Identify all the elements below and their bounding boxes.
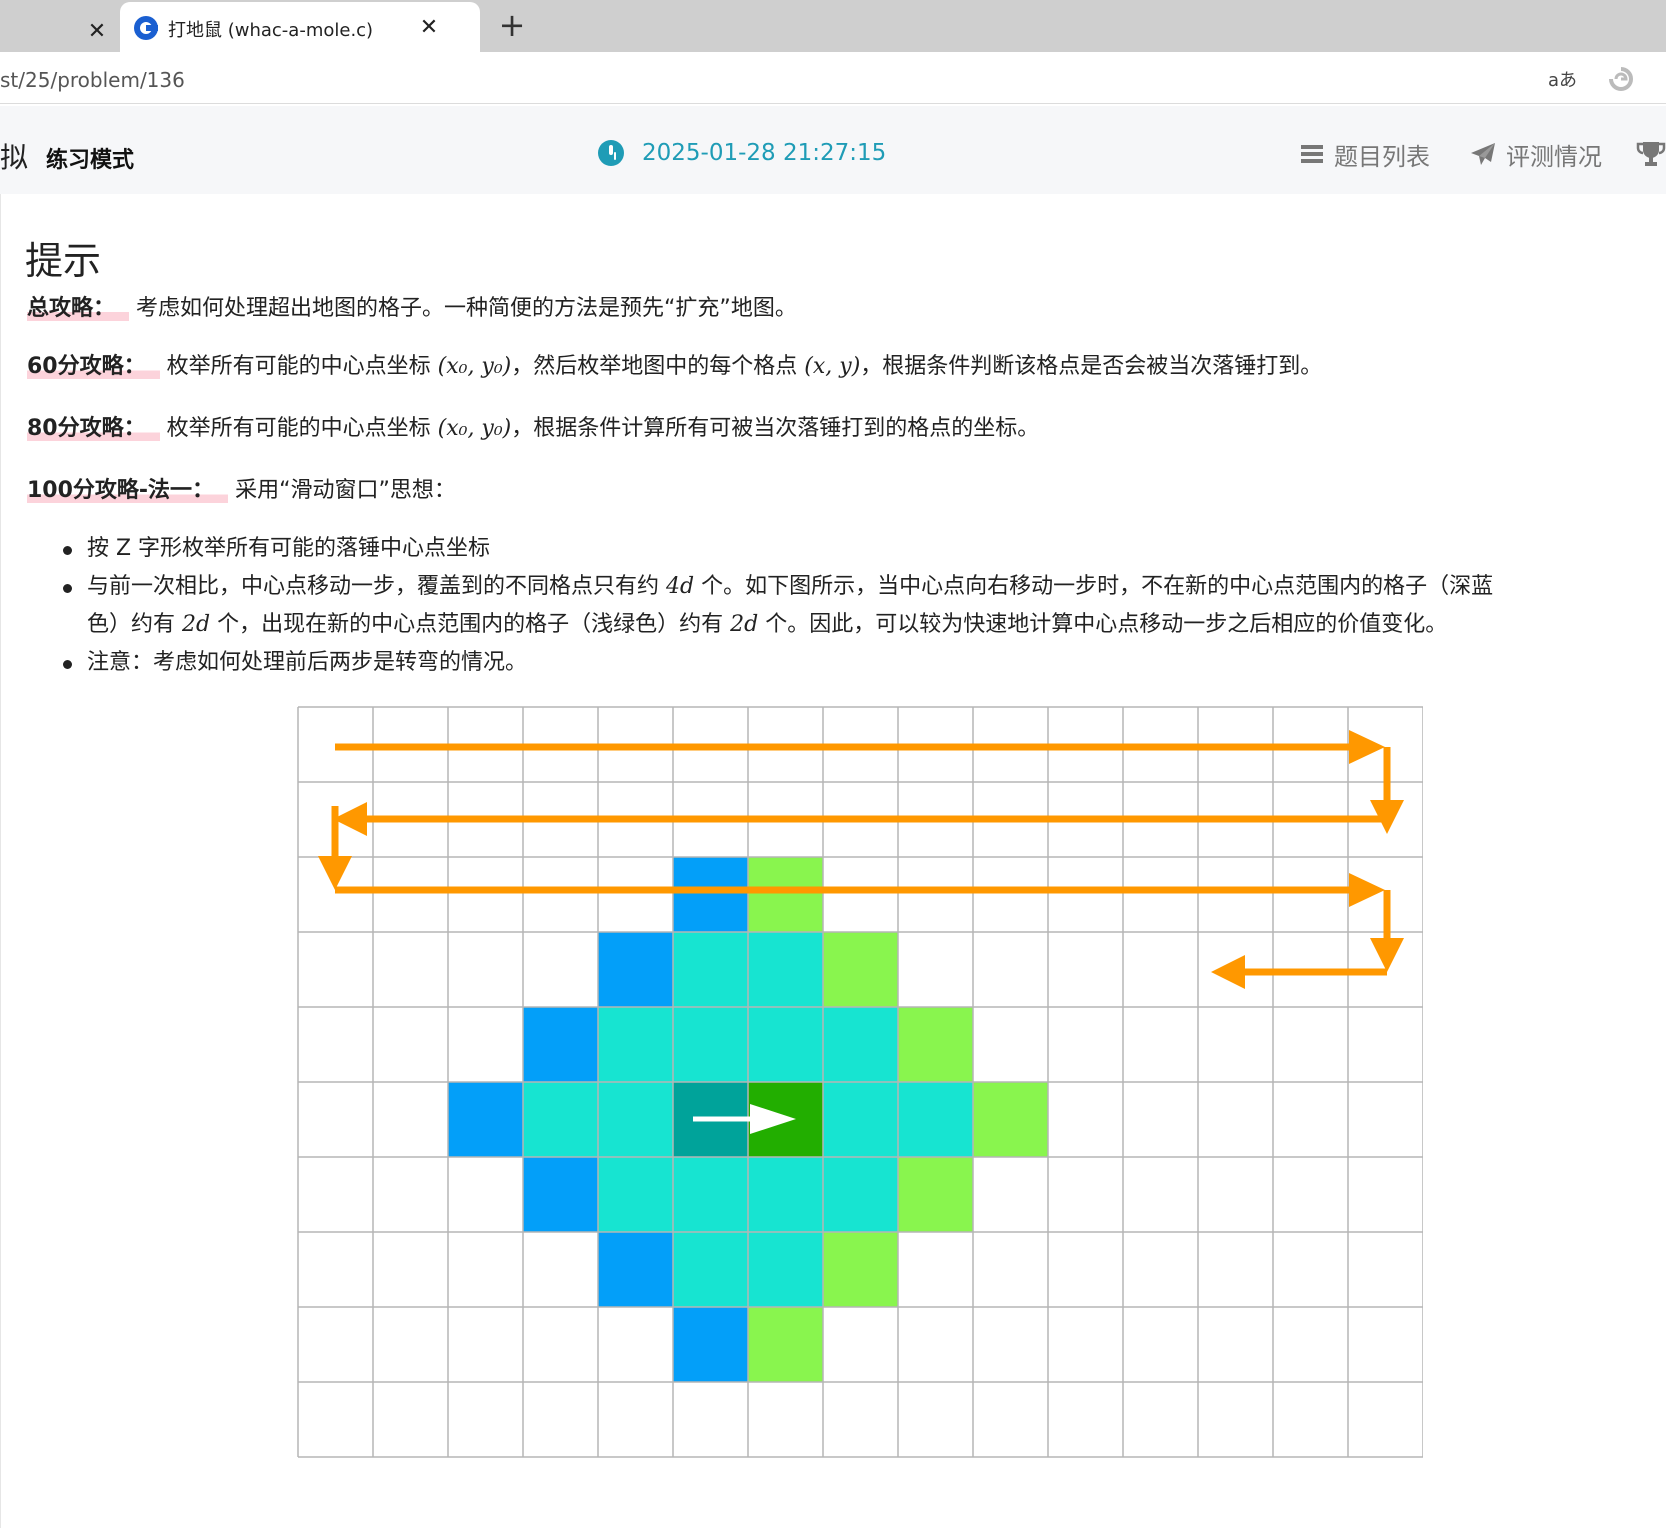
grid-cell-cyan [598,1157,673,1232]
grid-cell-dark-blue [673,857,748,932]
nav-ranking[interactable] [1636,136,1666,172]
close-icon[interactable]: ✕ [84,18,110,44]
paper-plane-icon [1471,143,1495,165]
hint-100: 100分攻略-法一： 采用“滑动窗口”思想： [27,472,456,504]
clock-icon [598,140,624,166]
z-path-arrowhead [318,856,352,890]
bullet-2-text-c: 色）约有 [87,612,176,637]
grid-cell-dark-blue [523,1157,598,1232]
grid-cell-cyan [598,1007,673,1082]
hint-heading: 提示 [25,239,102,283]
list-item: 注意：考虑如何处理前后两步是转弯的情况。 [63,644,1623,682]
nav-problem-list[interactable]: 题目列表 [1300,136,1430,172]
grid-cell-light-green [823,1232,898,1307]
hint-60-math-2: (x, y) [804,354,861,379]
nav-judge-status[interactable]: 评测情况 [1470,136,1602,172]
grid-cell-cyan [523,1082,598,1157]
hint-80-text-1: 枚举所有可能的中心点坐标 [166,416,431,441]
hint-60-math-1: (x₀, y₀) [437,354,512,379]
tab-title: 打地鼠 (whac-a-mole.c) [168,20,374,41]
browser-tab-strip: ✕ 打地鼠 (whac-a-mole.c) ✕ + [0,0,1666,54]
nav-judge-status-label: 评测情况 [1506,142,1602,171]
grid-cell-dark-blue [523,1007,598,1082]
bullet-2-text-e: 个。因此，可以较为快速地计算中心点移动一步之后相应的价值变化。 [765,612,1448,637]
list-item: 按 Z 字形枚举所有可能的落锤中心点坐标 [63,530,1623,568]
grid-cell-light-green [748,1307,823,1382]
bullet-2-math-1: 4d [666,574,695,599]
grid-cell-dark-blue [673,1307,748,1382]
hint-80-label: 80分攻略： [27,416,160,441]
address-bar[interactable]: st/25/problem/136 aあ [0,52,1666,104]
hint-80: 80分攻略： 枚举所有可能的中心点坐标 (x₀, y₀)，根据条件计算所有可被当… [27,410,1039,442]
grid-cell-cyan [748,1232,823,1307]
hint-80-math-1: (x₀, y₀) [437,416,512,441]
hint-60-text-2: ，然后枚举地图中的每个格点 [511,354,798,379]
bullet-2-text-a: 与前一次相比，中心点移动一步，覆盖到的不同格点只有约 [87,574,660,599]
site-header: 拟 练习模式 2025-01-28 21:27:15 题目列表 评测情况 [0,106,1666,194]
grid-cell-dark-blue [598,932,673,1007]
bullet-2-math-3: 2d [730,612,759,637]
grid-cell-cyan [748,1157,823,1232]
hint-bullet-list: 按 Z 字形枚举所有可能的落锤中心点坐标 与前一次相比，中心点移动一步，覆盖到的… [63,530,1623,682]
grid-cell-light-green [898,1157,973,1232]
hint-80-text-2: ，根据条件计算所有可被当次落锤打到的格点的坐标。 [511,416,1040,441]
new-tab-button[interactable]: + [496,8,528,44]
problem-content: 提示 总攻略： 考虑如何处理超出地图的格子。一种简便的方法是预先“扩充”地图。 … [0,194,1666,1528]
site-favicon-icon [134,16,158,40]
grid-cell-light-green [973,1082,1048,1157]
browser-tab-active[interactable]: 打地鼠 (whac-a-mole.c) ✕ [120,2,480,54]
grid-cell-cyan [823,1082,898,1157]
grid-cell-dark-blue [448,1082,523,1157]
bullet-3-text: 注意：考虑如何处理前后两步是转弯的情况。 [87,650,528,675]
bullet-2-text-d: 个，出现在新的中心点范围内的格子（浅绿色）约有 [217,612,724,637]
close-icon[interactable]: ✕ [416,14,442,40]
trophy-icon [1636,142,1666,166]
sliding-window-figure [297,706,1423,1458]
hint-60-label: 60分攻略： [27,354,160,379]
hint-overall-label: 总攻略： [27,296,130,321]
z-path-arrowhead [1370,938,1404,972]
grid-cell-cyan [673,1232,748,1307]
grid-cell-light-green [898,1007,973,1082]
grid-cell-cyan [748,1007,823,1082]
read-aloud-icon[interactable]: aあ [1548,66,1577,92]
bullet-2-math-2: 2d [182,612,211,637]
site-title-fragment: 拟 [0,141,29,174]
z-path-arrowhead [1349,873,1385,907]
grid-cell-dark-blue [598,1232,673,1307]
mode-label: 练习模式 [46,148,135,173]
grid-cell-cyan [673,932,748,1007]
bullet-2-text-b: 个。如下图所示，当中心点向右移动一步时，不在新的中心点范围内的格子（深蓝 [701,574,1494,599]
clipped-previous-text [221,194,861,198]
grid-cell-cyan [673,1157,748,1232]
browser-tab-previous[interactable]: ✕ [0,8,115,52]
z-path-arrowhead [1211,955,1245,989]
bullet-1-text: 按 Z 字形枚举所有可能的落锤中心点坐标 [87,536,491,561]
grid-cell-cyan [823,1007,898,1082]
grid-cell-light-green [823,932,898,1007]
hint-100-text: 采用“滑动窗口”思想： [235,478,456,503]
grid-cell-cyan [598,1082,673,1157]
hint-overall-text: 考虑如何处理超出地图的格子。一种简便的方法是预先“扩充”地图。 [136,296,797,321]
grid-cell-cyan [673,1007,748,1082]
list-item: 与前一次相比，中心点移动一步，覆盖到的不同格点只有约 4d 个。如下图所示，当中… [63,568,1623,644]
hint-60: 60分攻略： 枚举所有可能的中心点坐标 (x₀, y₀)，然后枚举地图中的每个格… [27,348,1322,380]
grid-cell-light-green [748,857,823,932]
hint-100-label: 100分攻略-法一： [27,478,229,503]
browser-extension-icon[interactable] [1608,66,1634,92]
hint-overall: 总攻略： 考虑如何处理超出地图的格子。一种简便的方法是预先“扩充”地图。 [27,290,797,322]
hint-60-text-3: ，根据条件判断该格点是否会被当次落锤打到。 [860,354,1323,379]
nav-problem-list-label: 题目列表 [1334,142,1430,171]
grid-cell-cyan [898,1082,973,1157]
z-path-arrowhead [1349,730,1385,764]
hint-60-text-1: 枚举所有可能的中心点坐标 [166,354,431,379]
server-time: 2025-01-28 21:27:15 [642,140,887,166]
list-icon [1301,145,1323,163]
grid-cell-cyan [823,1157,898,1232]
grid-cell-cyan [748,932,823,1007]
url-text[interactable]: st/25/problem/136 [0,68,185,92]
